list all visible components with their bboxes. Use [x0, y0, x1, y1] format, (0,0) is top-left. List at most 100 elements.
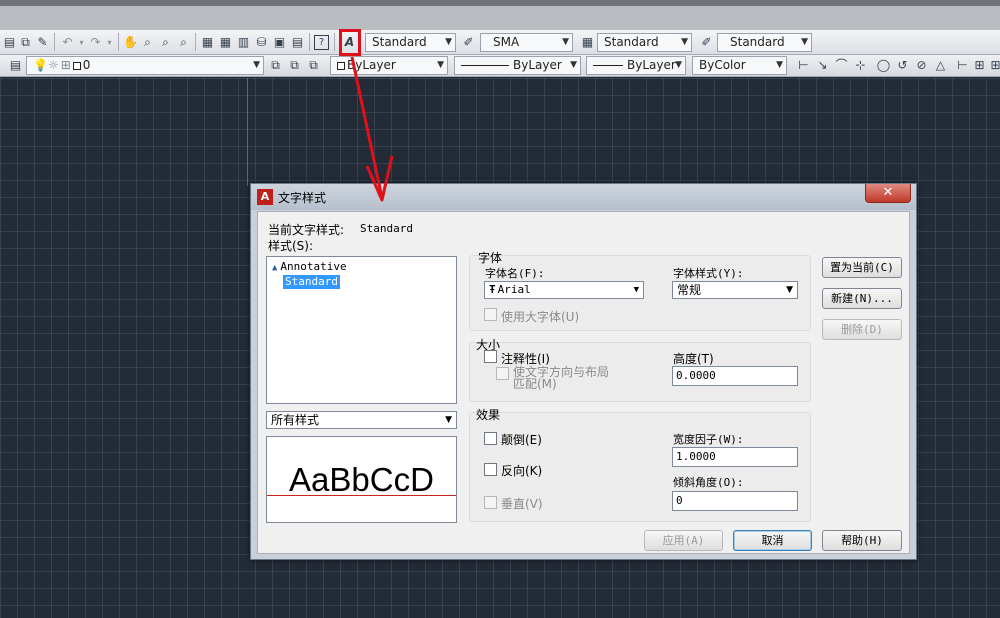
copy-icon[interactable]: ⧉	[18, 35, 33, 50]
ribbon-area	[0, 6, 1000, 30]
layer-properties-icon[interactable]: ▤	[8, 58, 23, 73]
multileader-style-icon[interactable]: ✐	[699, 35, 714, 50]
diameter-icon[interactable]: ⊘	[914, 58, 929, 73]
font-group-title: 字体	[478, 251, 503, 265]
multileader-style-combo[interactable]: Standard ▼	[717, 33, 812, 52]
radius-icon[interactable]: ◯	[876, 58, 891, 73]
layer-previous-icon[interactable]: ⧉	[287, 58, 302, 73]
dialog-titlebar[interactable]: A 文字样式 ✕	[251, 184, 916, 210]
quick-dimension-icon[interactable]: ⊢	[955, 58, 970, 73]
zoom-window-icon[interactable]: ⌕	[158, 35, 173, 50]
redo-icon[interactable]: ↷	[88, 35, 103, 50]
width-factor-input[interactable]: 1.0000	[672, 447, 798, 467]
color-swatch-icon	[72, 62, 81, 70]
standard-toolbar: ▤ ⧉ ✎ ↶ ▾ ↷ ▾ ✋ ⌕ ⌕ ⌕ ▦ ▦ ▥ ⛁ ▣ ▤ ? A St…	[0, 30, 1000, 55]
use-bigfont-label: 使用大字体(U)	[501, 310, 580, 324]
linetype-combo[interactable]: ByLayer ▼	[454, 56, 581, 75]
help-button[interactable]: 帮助(H)	[822, 530, 902, 551]
color-combo[interactable]: ByLayer ▼	[330, 56, 448, 75]
current-style-value: Standard	[360, 222, 413, 235]
text-style-combo[interactable]: Standard ▼	[365, 33, 456, 52]
lock-icon: ⊞	[60, 58, 71, 72]
vertical-label: 垂直(V)	[501, 497, 543, 511]
upside-down-checkbox[interactable]	[484, 432, 497, 445]
dialog-body: 当前文字样式: Standard 样式(S): ▲ Annotative Stan…	[257, 211, 910, 554]
properties-icon[interactable]: ▦	[200, 35, 215, 50]
font-style-select[interactable]: 常规 ▼	[672, 281, 798, 299]
list-item-annotative[interactable]: ▲ Annotative	[272, 260, 347, 274]
font-style-label: 字体样式(Y):	[673, 267, 744, 280]
effects-group-title: 效果	[476, 408, 501, 422]
redo-dropdown-icon[interactable]: ▾	[102, 35, 117, 50]
new-style-button[interactable]: 新建(N)...	[822, 288, 902, 309]
use-bigfont-checkbox[interactable]	[484, 308, 497, 321]
styles-filter-select[interactable]: 所有样式 ▼	[266, 411, 457, 429]
zoom-previous-icon[interactable]: ⌕	[176, 35, 191, 50]
dimension-style-icon[interactable]: ✐	[461, 35, 476, 50]
design-center-icon[interactable]: ▦	[218, 35, 233, 50]
sheet-set-icon[interactable]: ⛁	[254, 35, 269, 50]
dimension-style-combo[interactable]: SMA ▼	[480, 33, 573, 52]
toolbar-separator	[334, 33, 335, 51]
close-button[interactable]: ✕	[865, 184, 911, 203]
match-orientation-label: 使文字方向与布局 匹配(M)	[513, 365, 610, 391]
toolbar-separator	[118, 33, 119, 51]
layer-combo[interactable]: 💡☼ ⊞ 0 ▼	[26, 56, 264, 75]
autocad-logo-icon: A	[257, 189, 273, 205]
continue-icon[interactable]: ⊞	[988, 58, 1000, 73]
annotative-checkbox[interactable]	[484, 350, 497, 363]
y-axis-line	[247, 78, 248, 186]
current-style-label: 当前文字样式:	[268, 223, 345, 237]
sun-icon: ☼	[47, 58, 59, 72]
styles-list[interactable]: ▲ Annotative Standard	[266, 256, 457, 404]
chevron-down-icon: ▼	[786, 285, 793, 295]
highlight-box	[339, 29, 361, 56]
set-current-button[interactable]: 置为当前(C)	[822, 257, 902, 278]
toolbar-separator	[309, 33, 310, 51]
angular-icon[interactable]: △	[933, 58, 948, 73]
truetype-icon: Ŧ	[489, 283, 496, 296]
table-style-combo[interactable]: Standard ▼	[597, 33, 692, 52]
oblique-angle-input[interactable]: 0	[672, 491, 798, 511]
linear-dimension-icon[interactable]: ⊢	[796, 58, 811, 73]
vertical-checkbox[interactable]	[484, 496, 497, 509]
baseline-icon[interactable]: ⊞	[972, 58, 987, 73]
font-name-select[interactable]: Ŧ Arial ▼	[484, 281, 644, 299]
backwards-label: 反向(K)	[501, 464, 543, 478]
match-properties-icon[interactable]: ✎	[35, 35, 50, 50]
jogged-icon[interactable]: ↺	[895, 58, 910, 73]
apply-button[interactable]: 应用(A)	[644, 530, 723, 551]
chevron-down-icon: ▼	[633, 285, 639, 295]
toolbar-separator	[195, 33, 196, 51]
paste-icon[interactable]: ▤	[2, 35, 17, 50]
list-item-standard[interactable]: Standard	[283, 275, 340, 289]
plotstyle-combo[interactable]: ByColor ▼	[692, 56, 787, 75]
backwards-checkbox[interactable]	[484, 463, 497, 476]
upside-down-label: 颠倒(E)	[501, 433, 542, 447]
markup-icon[interactable]: ▣	[272, 35, 287, 50]
oblique-angle-label: 倾斜角度(O):	[673, 476, 744, 489]
style-preview: AaBbCcD	[266, 436, 457, 523]
delete-style-button[interactable]: 删除(D)	[822, 319, 902, 340]
close-icon: ✕	[882, 185, 894, 200]
annotative-icon: ▲	[272, 263, 278, 273]
layer-state-icon[interactable]: ⧉	[306, 58, 321, 73]
aligned-dimension-icon[interactable]: ↘	[815, 58, 830, 73]
match-orientation-checkbox[interactable]	[496, 367, 509, 380]
tool-palettes-icon[interactable]: ▥	[236, 35, 251, 50]
undo-dropdown-icon[interactable]: ▾	[74, 35, 89, 50]
height-input[interactable]: 0.0000	[672, 366, 798, 386]
arc-length-icon[interactable]: ⌒	[834, 58, 849, 73]
undo-icon[interactable]: ↶	[60, 35, 75, 50]
quickcalc-icon[interactable]: ▤	[290, 35, 305, 50]
make-object-layer-current-icon[interactable]: ⧉	[268, 58, 283, 73]
width-factor-label: 宽度因子(W):	[673, 433, 744, 446]
cancel-button[interactable]: 取消	[733, 530, 812, 551]
lineweight-combo[interactable]: ByLayer ▼	[586, 56, 686, 75]
toolbar-separator	[54, 33, 55, 51]
table-style-icon[interactable]: ▦	[580, 35, 595, 50]
ordinate-icon[interactable]: ⊹	[853, 58, 868, 73]
zoom-realtime-icon[interactable]: ⌕	[140, 35, 155, 50]
help-icon[interactable]: ?	[314, 35, 329, 50]
pan-icon[interactable]: ✋	[123, 35, 138, 50]
